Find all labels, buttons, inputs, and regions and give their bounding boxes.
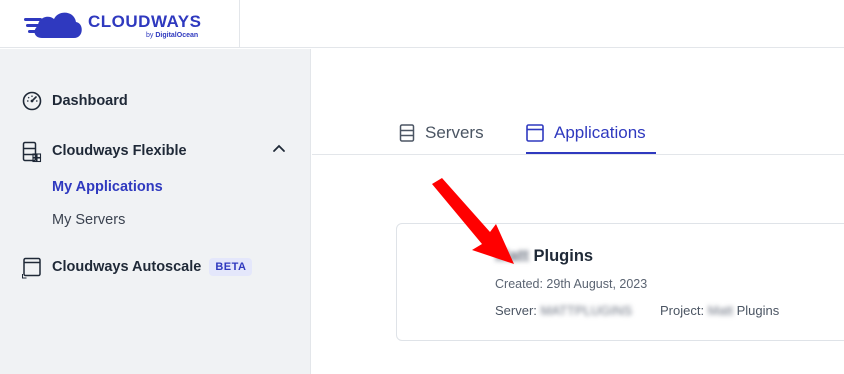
logo[interactable]: CLOUDWAYS by DigitalOcean	[0, 0, 240, 48]
server-stack-icon	[22, 141, 42, 163]
sidebar-item-label: Dashboard	[52, 93, 128, 109]
sidebar: Dashboard Cloudways Flexible My Applicat…	[0, 49, 311, 374]
tab-label: Applications	[554, 123, 646, 142]
window-icon	[526, 124, 544, 142]
main-content: Servers Applications Matt Plugins Create…	[312, 49, 844, 374]
annotation-arrow-icon	[432, 178, 514, 264]
sidebar-item-label: Cloudways Autoscale	[52, 259, 202, 275]
tab-applications[interactable]: Applications	[526, 123, 646, 143]
sidebar-item-cloudways-autoscale[interactable]: Cloudways Autoscale BETA	[22, 257, 253, 279]
tabs-divider	[312, 154, 844, 155]
created-date: Created: 29th August, 2023	[495, 277, 648, 291]
sidebar-item-my-servers[interactable]: My Servers	[52, 212, 125, 228]
top-bar: CLOUDWAYS by DigitalOcean	[0, 0, 844, 48]
window-icon	[22, 257, 42, 279]
sidebar-item-cloudways-flexible[interactable]: Cloudways Flexible	[22, 141, 187, 163]
sidebar-item-my-applications[interactable]: My Applications	[52, 179, 163, 195]
chevron-up-icon[interactable]	[272, 144, 286, 154]
redacted-text: Matt	[707, 303, 733, 318]
beta-badge: BETA	[209, 258, 253, 276]
sidebar-item-label: Cloudways Flexible	[52, 143, 187, 159]
cloud-logo-icon	[24, 12, 82, 39]
brand-name: CLOUDWAYS	[88, 12, 202, 31]
brand-byline: by DigitalOcean	[146, 32, 199, 39]
server-icon	[399, 124, 415, 142]
tab-servers[interactable]: Servers	[399, 123, 484, 143]
speedometer-icon	[22, 91, 42, 111]
project-info: Project: Matt Plugins	[660, 303, 780, 318]
redacted-server-name: MATTPLUGINS	[540, 303, 633, 318]
server-info: Server: MATTPLUGINS	[495, 303, 633, 318]
sidebar-item-dashboard[interactable]: Dashboard	[22, 91, 128, 111]
tab-label: Servers	[425, 123, 484, 142]
